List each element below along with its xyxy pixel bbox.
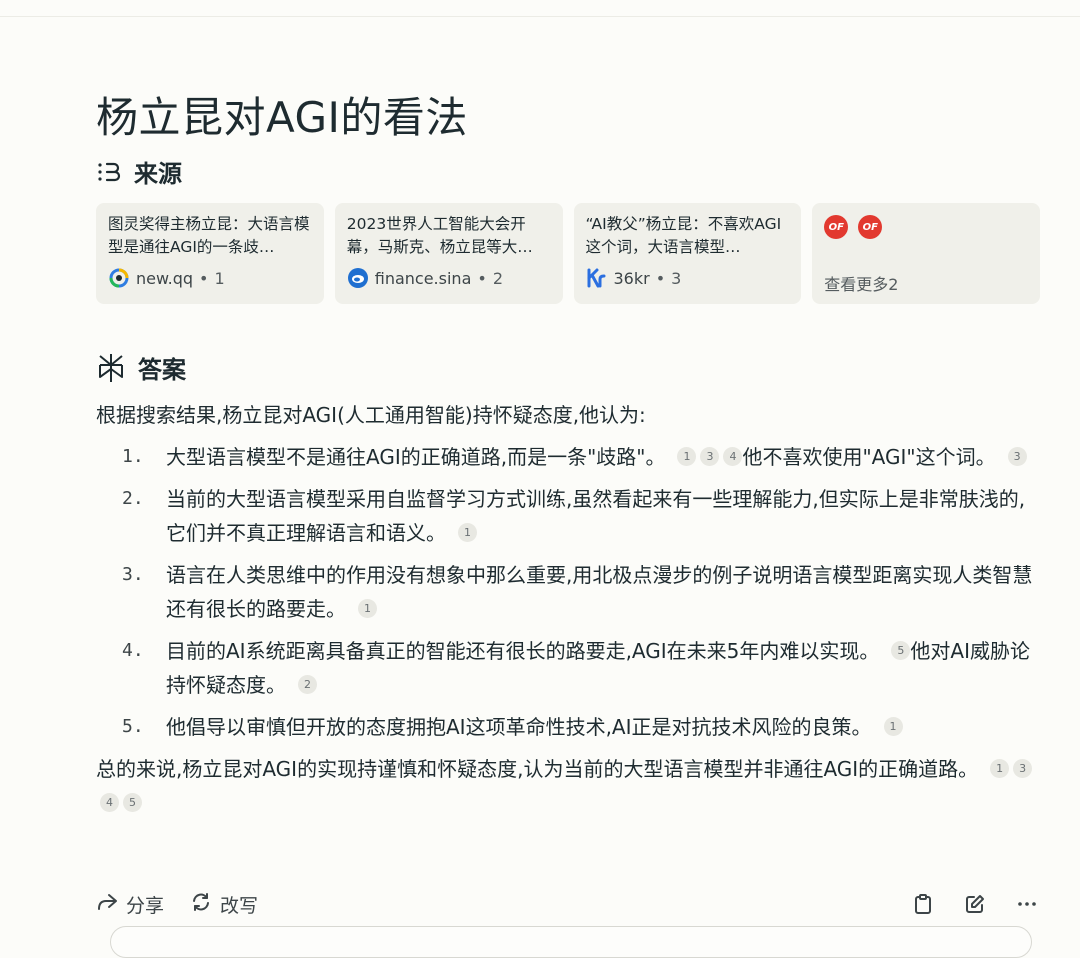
- answer-body: 根据搜索结果,杨立昆对AGI(人工通用智能)持怀疑态度,他认为: 1. 大型语言…: [96, 398, 1040, 820]
- sources-icon: [96, 159, 122, 185]
- answer-intro: 根据搜索结果,杨立昆对AGI(人工通用智能)持怀疑态度,他认为:: [96, 403, 646, 427]
- summary-text: 总的来说,杨立昆对AGI的实现持谨慎和怀疑态度,认为当前的大型语言模型并非通往A…: [96, 757, 979, 781]
- citation-badge[interactable]: 1: [458, 523, 477, 542]
- citation-badge[interactable]: 3: [1013, 759, 1033, 778]
- answer-point-1: 1. 大型语言模型不是通往AGI的正确道路,而是一条"歧路"。 1 3 4 他不喜欢使用…: [96, 440, 1040, 474]
- source-card-title: 图灵奖得主杨立昆：大语言模型是通往AGI的一条歧…: [108, 215, 310, 256]
- citation-badge[interactable]: 1: [990, 759, 1010, 778]
- share-icon: [96, 891, 118, 918]
- answer-points: 1. 大型语言模型不是通往AGI的正确道路,而是一条"歧路"。 1 3 4 他不喜欢使用…: [96, 440, 1040, 744]
- point-text: 大型语言模型不是通往AGI的正确道路,而是一条"歧路"。: [166, 445, 666, 469]
- of-source-icon: OF: [824, 215, 849, 239]
- source-dot: •: [477, 268, 487, 288]
- citation-badge[interactable]: 5: [123, 793, 142, 812]
- more-dots-icon: [1018, 902, 1036, 906]
- source-card-3[interactable]: “AI教父”杨立昆：不喜欢AGI这个词，大语言模型… 36kr • 3: [573, 203, 802, 304]
- edit-button[interactable]: [962, 891, 988, 917]
- point-number: 5.: [122, 716, 144, 737]
- answer-summary: 总的来说,杨立昆对AGI的实现持谨慎和怀疑态度,认为当前的大型语言模型并非通往A…: [96, 752, 1040, 820]
- sina-icon: [347, 267, 369, 289]
- page-title: 杨立昆对AGI的看法: [96, 93, 468, 143]
- source-card-meta: 36kr • 3: [586, 267, 682, 289]
- more-source-icons: OF OF: [824, 215, 1028, 239]
- share-label: 分享: [126, 894, 165, 917]
- right-actions: [910, 891, 1040, 917]
- point-text: 他倡导以审慎但开放的态度拥抱AI这项革命性技术,AI正是对抗技术风险的良策。: [166, 715, 872, 739]
- point-number: 1.: [122, 446, 144, 467]
- rewrite-button[interactable]: 改写: [190, 891, 258, 918]
- citation-badge[interactable]: 1: [358, 599, 377, 618]
- citation-badge[interactable]: 1: [677, 447, 697, 466]
- citation-badge[interactable]: 3: [1007, 447, 1027, 466]
- answer-heading: 答案: [96, 350, 186, 385]
- source-cards: 图灵奖得主杨立昆：大语言模型是通往AGI的一条歧… new.qq • 1 202…: [96, 203, 1040, 304]
- source-dot: •: [199, 268, 209, 288]
- source-domain: new.qq: [136, 268, 193, 288]
- source-index: 3: [671, 268, 682, 288]
- source-card-title: 2023世界人工智能大会开幕，马斯克、杨立昆等大…: [346, 215, 533, 256]
- citation-badge[interactable]: 5: [891, 641, 911, 660]
- rewrite-label: 改写: [220, 894, 259, 917]
- 36kr-icon: [586, 267, 608, 289]
- clipboard-icon: [915, 894, 931, 914]
- point-text: 他不喜欢使用"AGI"这个词。: [742, 445, 996, 469]
- answer-point-2: 2. 当前的大型语言模型采用自监督学习方式训练,虽然看起来有一些理解能力,但实际…: [96, 482, 1040, 550]
- answer-logo-icon: [96, 352, 126, 384]
- point-text: 语言在人类思维中的作用没有想象中那么重要,用北极点漫步的例子说明语言模型距离实现…: [166, 563, 1033, 621]
- sources-heading-label: 来源: [134, 160, 182, 188]
- citation-badge[interactable]: 3: [700, 447, 720, 466]
- source-card-title: “AI教父”杨立昆：不喜欢AGI这个词，大语言模型…: [585, 215, 782, 256]
- point-number: 2.: [122, 488, 144, 509]
- answer-point-4: 4. 目前的AI系统距离具备真正的智能还有很长的路要走,AGI在未来5年内难以实…: [96, 634, 1040, 702]
- view-more-sources-card[interactable]: OF OF 查看更多2: [812, 203, 1040, 304]
- view-more-label: 查看更多2: [824, 275, 899, 294]
- answer-heading-label: 答案: [138, 356, 186, 384]
- point-text: 目前的AI系统距离具备真正的智能还有很长的路要走,AGI在未来5年内难以实现。: [166, 639, 880, 663]
- share-button[interactable]: 分享: [96, 891, 164, 918]
- source-card-1[interactable]: 图灵奖得主杨立昆：大语言模型是通往AGI的一条歧… new.qq • 1: [96, 203, 324, 304]
- source-dot: •: [655, 268, 666, 288]
- of-source-icon: OF: [858, 215, 883, 239]
- top-divider: [0, 16, 1080, 17]
- copy-button[interactable]: [910, 891, 936, 917]
- source-index: 1: [214, 268, 225, 288]
- point-text: 当前的大型语言模型采用自监督学习方式训练,虽然看起来有一些理解能力,但实际上是非…: [166, 487, 1026, 545]
- source-domain: 36kr: [613, 268, 650, 288]
- rewrite-icon: [190, 891, 212, 918]
- answer-point-5: 5. 他倡导以审慎但开放的态度拥抱AI这项革命性技术,AI正是对抗技术风险的良策…: [96, 710, 1040, 744]
- edit-icon: [966, 895, 984, 913]
- answer-point-3: 3. 语言在人类思维中的作用没有想象中那么重要,用北极点漫步的例子说明语言模型距…: [96, 558, 1040, 626]
- source-card-meta: new.qq • 1: [108, 267, 225, 289]
- citation-badge[interactable]: 4: [723, 447, 743, 466]
- qq-news-icon: [108, 267, 130, 289]
- answer-actions: 分享 改写: [96, 890, 1040, 918]
- point-number: 4.: [122, 640, 144, 661]
- citation-badge[interactable]: 2: [298, 675, 317, 694]
- sources-heading: 来源: [96, 154, 182, 189]
- point-number: 3.: [122, 564, 144, 585]
- follow-up-input-bar[interactable]: [110, 926, 1032, 958]
- source-card-meta: finance.sina • 2: [347, 267, 503, 289]
- source-index: 2: [492, 268, 503, 288]
- citation-badge[interactable]: 1: [883, 717, 903, 736]
- more-button[interactable]: [1014, 891, 1040, 917]
- source-card-2[interactable]: 2023世界人工智能大会开幕，马斯克、杨立昆等大… finance.sina •…: [334, 203, 563, 304]
- source-domain: finance.sina: [374, 268, 472, 288]
- citation-badge[interactable]: 4: [100, 793, 119, 812]
